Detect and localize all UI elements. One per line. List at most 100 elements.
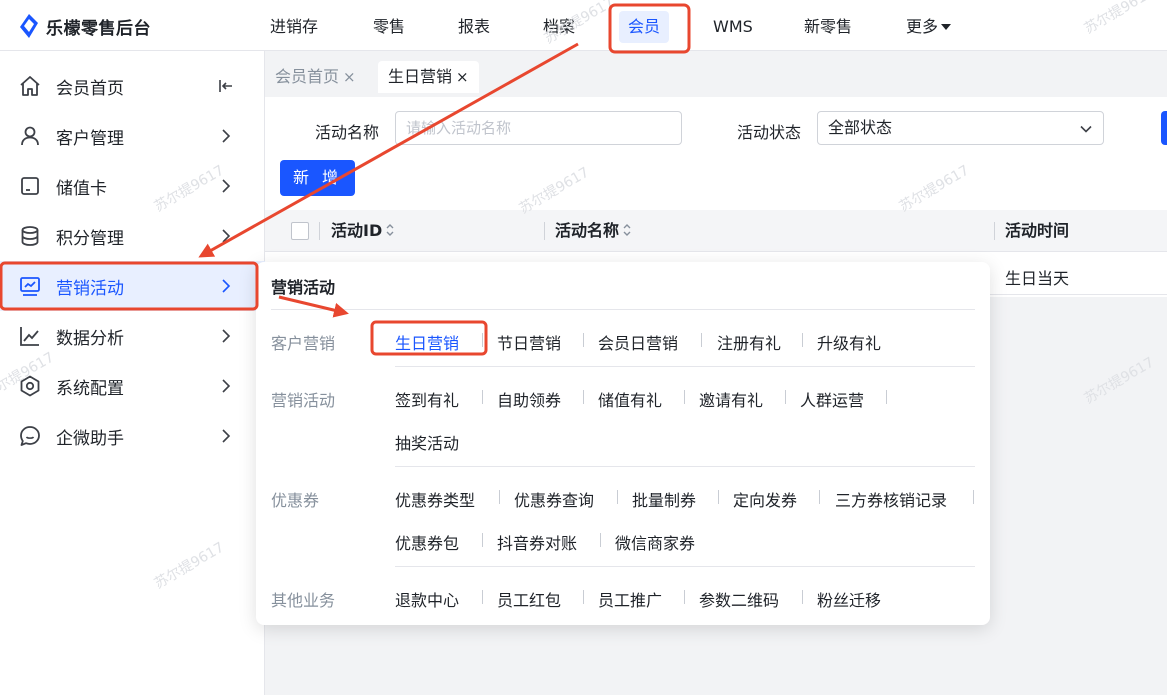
menu-link-member-day-marketing[interactable]: 会员日营销 xyxy=(598,330,678,354)
column-header-activity-id[interactable]: 活动ID xyxy=(331,210,395,252)
activity-name-input[interactable] xyxy=(395,111,682,145)
menu-link-third-party-coupon-records[interactable]: 三方券核销记录 xyxy=(835,487,947,511)
topnav-item-member[interactable]: 会员 xyxy=(619,11,670,43)
caret-down-icon xyxy=(941,23,952,30)
settings-icon xyxy=(20,375,40,397)
sidebar-item-label: 客户管理 xyxy=(56,128,124,149)
menu-separator xyxy=(684,390,685,404)
chevron-right-icon xyxy=(222,279,231,293)
menu-panel-title: 营销活动 xyxy=(271,278,336,297)
select-all-checkbox[interactable] xyxy=(291,222,309,240)
sort-icon xyxy=(623,224,631,236)
user-icon xyxy=(21,126,39,146)
collapse-sidebar-icon[interactable] xyxy=(218,78,234,94)
menu-separator xyxy=(802,590,803,604)
page-tabs: 会员首页 × 生日营销 × xyxy=(265,51,1167,97)
topnav-item-wms[interactable]: WMS xyxy=(713,15,753,39)
menu-group-marketing-activity: 营销活动 xyxy=(271,391,336,410)
menu-separator xyxy=(482,390,483,404)
topnav-item-new-retail[interactable]: 新零售 xyxy=(804,15,852,39)
sidebar-item-marketing[interactable]: 营销活动 xyxy=(0,261,265,311)
menu-separator xyxy=(718,490,719,504)
menu-separator xyxy=(482,590,483,604)
activity-status-select[interactable]: 全部状态 xyxy=(817,111,1104,145)
menu-link-staff-promotion[interactable]: 员工推广 xyxy=(598,587,662,611)
chevron-right-icon xyxy=(222,379,231,393)
sidebar-item-label: 储值卡 xyxy=(56,178,107,199)
tab-label: 会员首页 xyxy=(275,67,340,86)
menu-link-checkin-gift[interactable]: 签到有礼 xyxy=(395,387,459,411)
sidebar-item-stored-value-card[interactable]: 储值卡 xyxy=(0,161,265,211)
topnav-item-inventory[interactable]: 进销存 xyxy=(270,15,318,39)
tab-label: 生日营销 xyxy=(388,67,453,86)
menu-link-stored-value-gift[interactable]: 储值有礼 xyxy=(598,387,662,411)
menu-link-holiday-marketing[interactable]: 节日营销 xyxy=(497,330,561,354)
topnav-item-more[interactable]: 更多 xyxy=(906,15,952,39)
marketing-menu-panel: 营销活动 客户营销 生日营销 节日营销 会员日营销 注册有礼 升级有礼 营销活动… xyxy=(256,262,990,625)
menu-link-param-qrcode[interactable]: 参数二维码 xyxy=(699,587,779,611)
menu-divider xyxy=(395,366,975,367)
menu-link-wechat-merchant-coupon[interactable]: 微信商家券 xyxy=(615,530,695,554)
menu-separator xyxy=(785,390,786,404)
sidebar-item-data-analysis[interactable]: 数据分析 xyxy=(0,311,265,361)
menu-link-self-coupon[interactable]: 自助领券 xyxy=(497,387,561,411)
close-icon[interactable]: × xyxy=(456,68,469,86)
menu-link-fans-migration[interactable]: 粉丝迁移 xyxy=(817,587,881,611)
menu-link-douyin-coupon-reconcile[interactable]: 抖音券对账 xyxy=(497,530,577,554)
tab-birthday-marketing[interactable]: 生日营销 × xyxy=(378,61,479,93)
menu-link-invite-gift[interactable]: 邀请有礼 xyxy=(699,387,763,411)
table-cell-activity-time: 生日当天 xyxy=(1005,269,1070,288)
topnav-item-archive[interactable]: 档案 xyxy=(543,15,575,39)
chevron-right-icon xyxy=(222,429,231,443)
column-header-activity-time[interactable]: 活动时间 xyxy=(1005,210,1069,252)
menu-link-birthday-marketing[interactable]: 生日营销 xyxy=(395,330,459,354)
home-icon xyxy=(20,76,40,96)
add-button[interactable]: 新 增 xyxy=(280,160,355,196)
menu-link-crowd-operation[interactable]: 人群运营 xyxy=(800,387,864,411)
menu-separator xyxy=(684,590,685,604)
menu-group-customer-marketing: 客户营销 xyxy=(271,334,336,353)
menu-separator xyxy=(583,590,584,604)
menu-link-coupon-pack[interactable]: 优惠券包 xyxy=(395,530,459,554)
close-icon[interactable]: × xyxy=(343,68,356,86)
menu-separator xyxy=(600,533,601,547)
menu-link-coupon-query[interactable]: 优惠券查询 xyxy=(514,487,594,511)
tab-member-home[interactable]: 会员首页 × xyxy=(265,61,366,93)
top-navbar: 乐檬零售后台 进销存 零售 报表 档案 会员 WMS 新零售 更多 xyxy=(0,0,1167,51)
more-label: 更多 xyxy=(906,17,939,36)
search-button[interactable] xyxy=(1161,111,1167,145)
sidebar-item-customer[interactable]: 客户管理 xyxy=(0,111,265,161)
app-title: 乐檬零售后台 xyxy=(46,18,151,39)
sidebar-item-points[interactable]: 积分管理 xyxy=(0,211,265,261)
logo-icon xyxy=(20,14,38,38)
sidebar-item-label: 系统配置 xyxy=(56,378,124,399)
sidebar-item-member-home[interactable]: 会员首页 xyxy=(0,61,265,111)
menu-separator xyxy=(583,333,584,347)
database-icon xyxy=(21,226,39,246)
line-chart-icon xyxy=(20,327,39,346)
sidebar-item-label: 会员首页 xyxy=(56,78,124,99)
column-divider xyxy=(994,222,995,240)
menu-link-refund-center[interactable]: 退款中心 xyxy=(395,587,459,611)
menu-link-batch-coupon[interactable]: 批量制券 xyxy=(632,487,696,511)
menu-link-upgrade-gift[interactable]: 升级有礼 xyxy=(817,330,881,354)
sidebar-item-label: 数据分析 xyxy=(56,328,124,349)
menu-group-coupons: 优惠券 xyxy=(271,491,320,510)
menu-link-lottery[interactable]: 抽奖活动 xyxy=(395,430,459,454)
menu-link-coupon-types[interactable]: 优惠券类型 xyxy=(395,487,475,511)
menu-link-register-gift[interactable]: 注册有礼 xyxy=(717,330,781,354)
menu-separator xyxy=(819,490,820,504)
menu-divider xyxy=(395,466,975,467)
menu-separator xyxy=(701,333,702,347)
menu-link-staff-red-packet[interactable]: 员工红包 xyxy=(497,587,561,611)
sidebar-item-wecom-assistant[interactable]: 企微助手 xyxy=(0,411,265,461)
menu-separator xyxy=(482,533,483,547)
topnav-item-reports[interactable]: 报表 xyxy=(458,15,490,39)
topnav-item-retail[interactable]: 零售 xyxy=(373,15,405,39)
app-logo[interactable]: 乐檬零售后台 xyxy=(18,12,151,40)
chat-icon xyxy=(20,426,40,446)
column-header-activity-name[interactable]: 活动名称 xyxy=(555,210,632,252)
menu-link-targeted-coupon[interactable]: 定向发券 xyxy=(733,487,797,511)
sidebar-item-system-config[interactable]: 系统配置 xyxy=(0,361,265,411)
sidebar-item-label: 积分管理 xyxy=(56,228,124,249)
